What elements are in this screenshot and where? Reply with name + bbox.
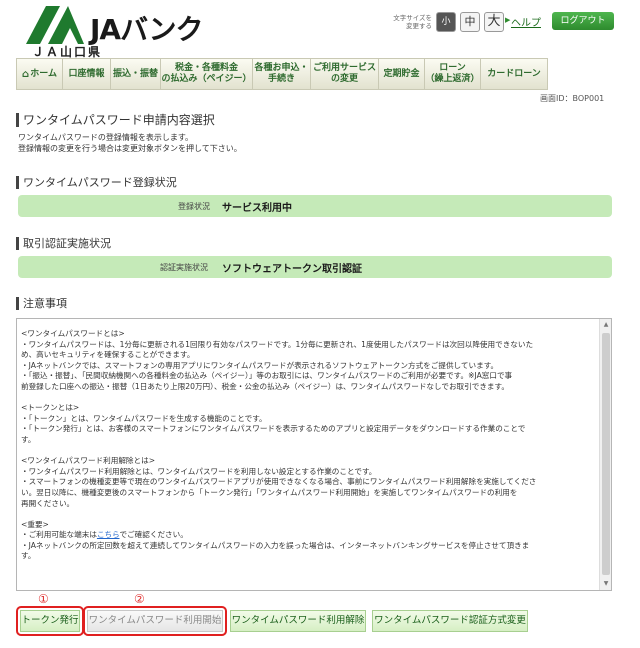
page-title: ワンタイムパスワード申請内容選択 (16, 113, 215, 127)
home-icon: ⌂ (22, 68, 30, 80)
registration-status-label: 登録状況 (178, 202, 210, 211)
ja-logo-icon (26, 6, 84, 44)
nav-account-info-label: 口座情報 (68, 68, 105, 79)
notes-line: ・JAネットバンクでは、スマートフォンの専用アプリにワンタイムパスワードが表示さ… (21, 360, 499, 370)
notes-line: ・スマートフォンの機種変更等で現在のワンタイムパスワードアプリが使用できなくなる… (21, 477, 537, 487)
nav-service-change-line2: の変更 (330, 74, 358, 84)
notes-content: <ワンタイムパスワードとは> ・ワンタイムパスワードは、1分毎に更新される1回限… (21, 329, 597, 562)
header: JAバンク ＪＡ山口県 文字サイズを 変更する 小 中 大 ▶ ヘルプ ログアウ… (0, 0, 640, 59)
nav-applications-line2: 手続き (267, 74, 295, 84)
notes-text: ・ご利用可能な端末は (21, 530, 97, 540)
nav-tax-payment[interactable]: 税金・各種料金 の払込み（ペイジー） (161, 59, 253, 89)
notes-text: でご確認ください。 (119, 530, 188, 540)
font-size-medium-button[interactable]: 中 (460, 12, 480, 32)
auth-status-label: 認証実施状況 (160, 263, 208, 272)
registration-status-band: 登録状況 サービス利用中 (18, 195, 612, 217)
notes-line: <ワンタイムパスワード利用解除とは> (21, 456, 156, 466)
highlight-start-otp (83, 606, 227, 636)
auth-status-band: 認証実施状況 ソフトウェアトークン取引認証 (18, 256, 612, 278)
change-auth-method-button[interactable]: ワンタイムパスワード認証方式変更 (372, 610, 528, 632)
page-intro-line2: 登録情報の変更を行う場合は変更対象ボタンを押して下さい。 (18, 144, 242, 153)
main-nav: ⌂ ホーム 口座情報 振込・振替 税金・各種料金 の払込み（ペイジー） 各種お申込・… (16, 58, 548, 90)
nav-loan-line1: ローン (439, 63, 466, 73)
help-link[interactable]: ヘルプ (511, 14, 541, 29)
notes-scrollbar[interactable]: ▲ ▼ (599, 319, 611, 590)
notes-line: <ワンタイムパスワードとは> (21, 329, 125, 338)
nav-account-info[interactable]: 口座情報 (63, 59, 111, 89)
scroll-thumb[interactable] (602, 333, 610, 575)
cancel-otp-button[interactable]: ワンタイムパスワード利用解除 (230, 610, 366, 632)
notes-line: す。 (21, 551, 36, 561)
nav-home[interactable]: ⌂ ホーム (17, 59, 63, 89)
notes-heading: 注意事項 (16, 297, 67, 310)
notes-line: ・ワンタイムパスワードは、1分毎に更新される1回限り有効なパスワードです。1分毎… (21, 339, 534, 349)
logo-text: JAバンク (90, 13, 203, 46)
nav-tax-payment-line1: 税金・各種料金 (174, 63, 238, 73)
nav-time-deposit-label: 定期貯金 (383, 68, 420, 79)
nav-transfer-label: 振込・振替 (112, 68, 158, 79)
notes-line: す。 (21, 434, 36, 444)
highlight-issue-token (16, 606, 84, 636)
notes-line: め、高いセキュリティを確保することができます。 (21, 350, 195, 360)
notes-line: ・JAネットバンクの所定回数を超えて連続してワンタイムパスワードの入力を誤った場… (21, 540, 530, 550)
nav-loan[interactable]: ローン （繰上返済） (425, 59, 481, 89)
nav-card-loan-label: カードローン (487, 68, 541, 79)
notes-line: ・ご利用可能な端末はこちらでご確認ください。 (21, 530, 597, 541)
nav-service-change[interactable]: ご利用サービス の変更 (311, 59, 379, 89)
notes-textarea[interactable]: <ワンタイムパスワードとは> ・ワンタイムパスワードは、1分毎に更新される1回限… (16, 318, 612, 591)
nav-tax-payment-line2: の払込み（ペイジー） (161, 74, 252, 84)
notes-line: <トークンとは> (21, 403, 80, 413)
scroll-up-icon[interactable]: ▲ (600, 319, 611, 331)
notes-line: い。翌日以降に、機種変更後のスマートフォンから「トークン発行」「ワンタイムパスワ… (21, 487, 518, 497)
notes-line: ・ワンタイムパスワード利用解除とは、ワンタイムパスワードを利用しない設定とする作… (21, 466, 377, 476)
notes-line: 再開ください。 (21, 498, 75, 508)
auth-heading: 取引認証実施状況 (16, 237, 111, 250)
nav-transfer[interactable]: 振込・振替 (111, 59, 161, 89)
ja-bank-logo[interactable]: JAバンク ＪＡ山口県 (18, 4, 228, 59)
devices-link[interactable]: こちら (97, 530, 120, 539)
notes-line: ・「トークン」とは、ワンタイムパスワードを生成する機能のことです。 (21, 413, 267, 423)
font-size-small-button[interactable]: 小 (436, 12, 456, 32)
notes-line: <重要> (21, 519, 49, 529)
font-size-label: 文字サイズを 変更する (388, 14, 432, 30)
font-size-large-button[interactable]: 大 (484, 12, 504, 32)
page-intro-line1: ワンタイムパスワードの登録情報を表示します。 (18, 133, 194, 142)
screen-id: 画面ID：BOP001 (540, 94, 605, 103)
nav-service-change-line1: ご利用サービス (312, 63, 376, 73)
nav-applications-line1: 各種お申込・ (254, 63, 309, 73)
logout-button[interactable]: ログアウト (552, 12, 614, 30)
font-size-label-line2: 変更する (406, 22, 432, 30)
scroll-down-icon[interactable]: ▼ (600, 578, 611, 590)
nav-home-label: ホーム (30, 68, 57, 79)
nav-applications[interactable]: 各種お申込・ 手続き (253, 59, 311, 89)
marker-1: ① (38, 592, 49, 606)
registration-status-value: サービス利用中 (222, 203, 292, 214)
nav-time-deposit[interactable]: 定期貯金 (379, 59, 425, 89)
notes-line: 前登録した口座への振込・振替（1日あたり上限20万円）、税金・公金の払込み（ペイ… (21, 381, 509, 391)
registration-heading: ワンタイムパスワード登録状況 (16, 176, 177, 189)
page-intro: ワンタイムパスワードの登録情報を表示します。 登録情報の変更を行う場合は変更対象… (18, 132, 242, 154)
nav-loan-line2: （繰上返済） (425, 74, 480, 84)
notes-line: ・「振込・振替」、「民間収納機関への各種料金の払込み（ペイジー）」等のお取引には… (21, 371, 513, 381)
notes-line: ・「トークン発行」とは、お客様のスマートフォンにワンタイムパスワードを表示するた… (21, 424, 526, 434)
auth-status-value: ソフトウェアトークン取引認証 (222, 264, 362, 275)
marker-2: ② (134, 592, 145, 606)
font-size-label-line1: 文字サイズを (393, 14, 432, 22)
help-arrow-icon: ▶ (505, 16, 511, 24)
nav-card-loan[interactable]: カードローン (481, 59, 547, 89)
